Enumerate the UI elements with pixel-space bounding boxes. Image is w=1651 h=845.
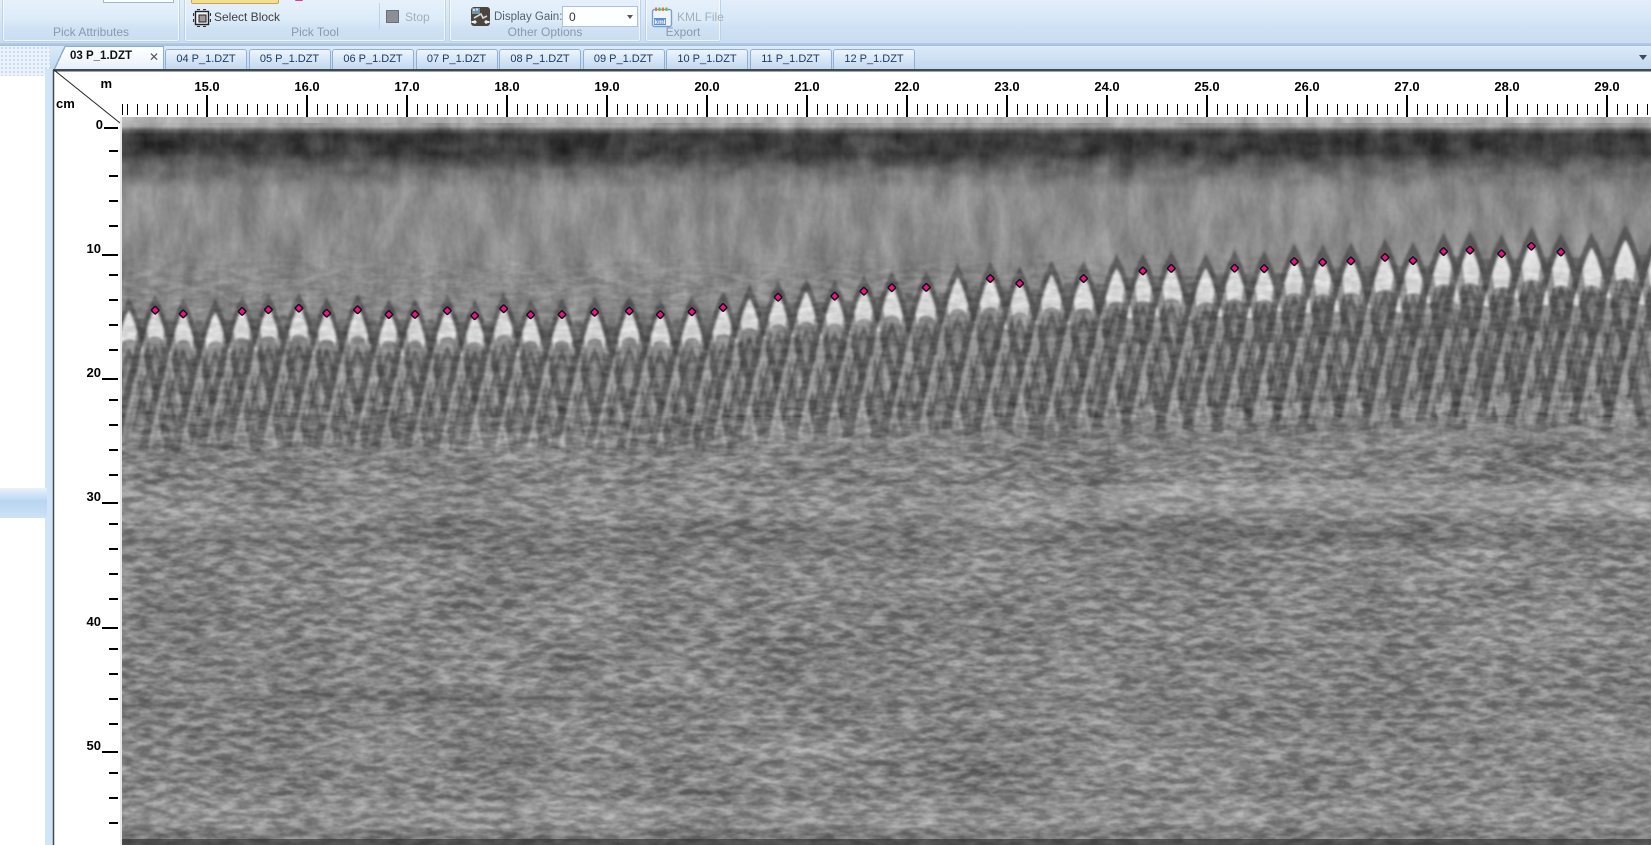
svg-text:23.0: 23.0 [994,79,1019,94]
svg-text:50: 50 [87,738,101,753]
svg-text:29.0: 29.0 [1594,79,1619,94]
svg-text:21.0: 21.0 [794,79,819,94]
svg-text:27.0: 27.0 [1394,79,1419,94]
svg-text:20: 20 [87,365,101,380]
svg-text:cm: cm [56,96,75,111]
svg-text:17.0: 17.0 [394,79,419,94]
svg-text:0: 0 [96,117,103,132]
svg-text:40: 40 [87,614,101,629]
svg-text:26.0: 26.0 [1294,79,1319,94]
svg-text:m: m [100,76,112,91]
svg-text:25.0: 25.0 [1194,79,1219,94]
svg-text:22.0: 22.0 [894,79,919,94]
svg-text:20.0: 20.0 [694,79,719,94]
svg-text:30: 30 [87,489,101,504]
svg-text:10: 10 [87,241,101,256]
svg-text:15.0: 15.0 [194,79,219,94]
svg-text:24.0: 24.0 [1094,79,1119,94]
svg-text:18.0: 18.0 [494,79,519,94]
svg-text:28.0: 28.0 [1494,79,1519,94]
svg-text:19.0: 19.0 [594,79,619,94]
svg-text:16.0: 16.0 [294,79,319,94]
